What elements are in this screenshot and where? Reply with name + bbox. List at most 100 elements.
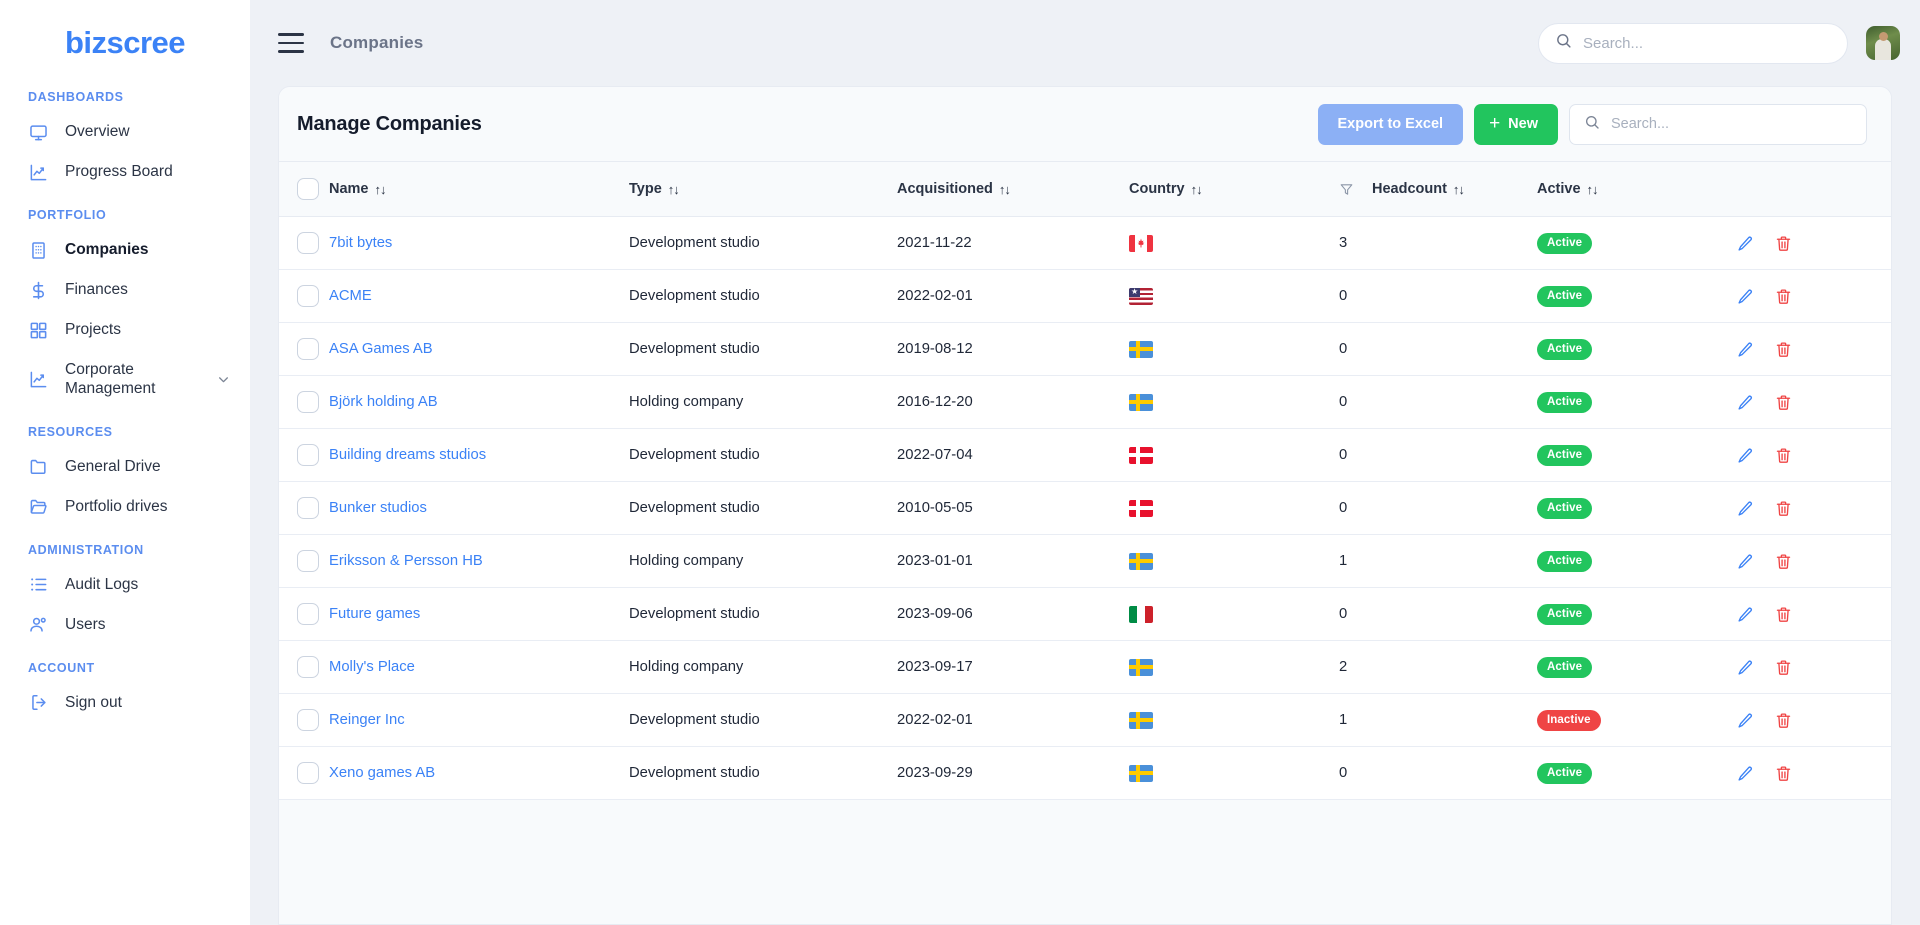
table-row[interactable]: 7bit bytes Development studio 2021-11-22 3 A…	[279, 216, 1891, 270]
column-header-sort-headcount[interactable]: Headcount ↑↓	[1372, 181, 1465, 197]
company-name-link[interactable]: Bunker studios	[329, 500, 427, 516]
company-name-link[interactable]: Björk holding AB	[329, 394, 438, 410]
table-row[interactable]: ASA Games AB Development studio 2019-08-12…	[279, 322, 1891, 376]
sort-arrows-icon[interactable]: ↑↓	[1453, 182, 1465, 197]
row-checkbox[interactable]	[297, 391, 319, 413]
brand-logo[interactable]: bizscree	[0, 0, 250, 86]
row-select-cell	[279, 588, 329, 641]
table-row[interactable]: Eriksson & Persson HB Holding company 2023…	[279, 534, 1891, 588]
edit-icon[interactable]	[1737, 765, 1754, 782]
sidebar-item-portfolio-drives[interactable]: Portfolio drives	[0, 487, 250, 527]
row-actions	[1737, 712, 1891, 729]
table-row[interactable]: Building dreams studios Development studi…	[279, 428, 1891, 482]
table-row[interactable]: Reinger Inc Development studio 2022-02-01 1…	[279, 693, 1891, 747]
edit-icon[interactable]	[1737, 500, 1754, 517]
sidebar-item-overview[interactable]: Overview	[0, 112, 250, 152]
delete-icon[interactable]	[1775, 235, 1792, 252]
company-name-link[interactable]: Xeno games AB	[329, 765, 435, 781]
cell-type: Holding company	[629, 659, 744, 675]
cell-type: Development studio	[629, 712, 760, 728]
table-row[interactable]: ACME Development studio 2022-02-01 0 Active	[279, 269, 1891, 323]
column-header-sort-acquisitioned[interactable]: Acquisitioned ↑↓	[897, 181, 1129, 197]
row-checkbox[interactable]	[297, 656, 319, 678]
delete-icon[interactable]	[1775, 288, 1792, 305]
column-header-sort-active[interactable]: Active ↑↓	[1537, 181, 1737, 197]
row-checkbox[interactable]	[297, 497, 319, 519]
flag-se-icon	[1129, 340, 1153, 358]
company-name-link[interactable]: ASA Games AB	[329, 341, 433, 357]
row-checkbox[interactable]	[297, 338, 319, 360]
edit-icon[interactable]	[1737, 553, 1754, 570]
delete-icon[interactable]	[1775, 447, 1792, 464]
company-name-link[interactable]: Eriksson & Persson HB	[329, 553, 483, 569]
sort-arrows-icon[interactable]: ↑↓	[1587, 182, 1599, 197]
row-checkbox[interactable]	[297, 603, 319, 625]
table-row[interactable]: Future games Development studio 2023-09-06…	[279, 587, 1891, 641]
edit-icon[interactable]	[1737, 341, 1754, 358]
edit-icon[interactable]	[1737, 447, 1754, 464]
row-checkbox[interactable]	[297, 762, 319, 784]
sidebar-item-audit-logs[interactable]: Audit Logs	[0, 565, 250, 605]
sidebar-item-corporate-management[interactable]: Corporate Management	[0, 350, 250, 409]
export-to-excel-button[interactable]: Export to Excel	[1317, 103, 1464, 145]
row-checkbox[interactable]	[297, 444, 319, 466]
table-search-input[interactable]	[1611, 116, 1852, 132]
table-row[interactable]: Xeno games AB Development studio 2023-09-2…	[279, 746, 1891, 800]
delete-icon[interactable]	[1775, 606, 1792, 623]
company-name-link[interactable]: 7bit bytes	[329, 235, 392, 251]
row-checkbox[interactable]	[297, 709, 319, 731]
global-search[interactable]	[1538, 22, 1848, 64]
sidebar-item-sign-out[interactable]: Sign out	[0, 683, 250, 723]
edit-icon[interactable]	[1737, 235, 1754, 252]
delete-icon[interactable]	[1775, 341, 1792, 358]
new-button[interactable]: + New	[1474, 103, 1558, 145]
edit-icon[interactable]	[1737, 394, 1754, 411]
delete-icon[interactable]	[1775, 765, 1792, 782]
column-header-sort-country[interactable]: Country ↑↓	[1129, 181, 1339, 197]
global-search-input[interactable]	[1583, 34, 1831, 52]
table-search[interactable]	[1569, 103, 1867, 145]
plus-icon: +	[1489, 112, 1501, 134]
row-checkbox[interactable]	[297, 550, 319, 572]
row-checkbox[interactable]	[297, 285, 319, 307]
hamburger-menu-icon[interactable]	[278, 33, 304, 53]
table-row[interactable]: Björk holding AB Holding company 2016-12-2…	[279, 375, 1891, 429]
sidebar-item-users[interactable]: Users	[0, 605, 250, 645]
company-name-link[interactable]: Reinger Inc	[329, 712, 405, 728]
company-name-link[interactable]: Future games	[329, 606, 420, 622]
status-badge: Active	[1537, 603, 1593, 625]
edit-icon[interactable]	[1737, 288, 1754, 305]
row-actions	[1737, 447, 1891, 464]
delete-icon[interactable]	[1775, 500, 1792, 517]
column-header-sort-name[interactable]: Name ↑↓	[329, 181, 629, 197]
delete-icon[interactable]	[1775, 712, 1792, 729]
chevron-down-icon[interactable]	[217, 373, 230, 386]
delete-icon[interactable]	[1775, 659, 1792, 676]
row-checkbox[interactable]	[297, 232, 319, 254]
delete-icon[interactable]	[1775, 553, 1792, 570]
edit-icon[interactable]	[1737, 659, 1754, 676]
filter-icon[interactable]	[1339, 182, 1354, 197]
company-name-link[interactable]: Molly's Place	[329, 659, 415, 675]
delete-icon[interactable]	[1775, 394, 1792, 411]
sidebar-item-general-drive[interactable]: General Drive	[0, 447, 250, 487]
column-header-sort-type[interactable]: Type ↑↓	[629, 181, 897, 197]
table-row[interactable]: Bunker studios Development studio 2010-05-…	[279, 481, 1891, 535]
sort-arrows-icon[interactable]: ↑↓	[375, 182, 387, 197]
cell-headcount: 0	[1339, 500, 1348, 516]
avatar[interactable]	[1866, 26, 1900, 60]
edit-icon[interactable]	[1737, 712, 1754, 729]
edit-icon[interactable]	[1737, 606, 1754, 623]
sidebar-item-companies[interactable]: Companies	[0, 230, 250, 270]
company-name-link[interactable]: Building dreams studios	[329, 447, 486, 463]
select-all-checkbox[interactable]	[297, 178, 319, 200]
sort-arrows-icon[interactable]: ↑↓	[668, 182, 680, 197]
sidebar-item-projects[interactable]: Projects	[0, 310, 250, 350]
cell-active: Active	[1537, 323, 1737, 376]
company-name-link[interactable]: ACME	[329, 288, 372, 304]
sort-arrows-icon[interactable]: ↑↓	[999, 182, 1011, 197]
sort-arrows-icon[interactable]: ↑↓	[1191, 182, 1203, 197]
sidebar-item-progress-board[interactable]: Progress Board	[0, 152, 250, 192]
table-row[interactable]: Molly's Place Holding company 2023-09-17 2 A…	[279, 640, 1891, 694]
sidebar-item-finances[interactable]: Finances	[0, 270, 250, 310]
